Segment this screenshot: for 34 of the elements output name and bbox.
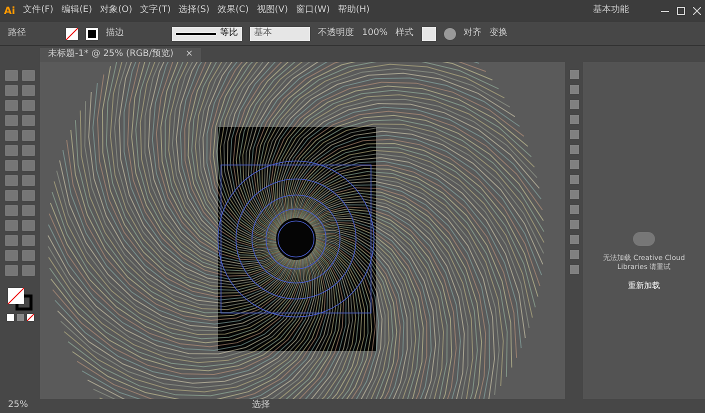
none-mode-icon[interactable] bbox=[26, 314, 34, 321]
align-link[interactable]: 对齐 bbox=[464, 26, 482, 40]
zoom-field[interactable]: 25% bbox=[8, 399, 28, 413]
document-tab[interactable]: 未标题-1* @ 25% (RGB/预览) × bbox=[40, 48, 202, 62]
reload-button[interactable]: 重新加载 bbox=[624, 280, 664, 292]
brush-field[interactable]: 基本 bbox=[250, 26, 310, 40]
style-label: 样式 bbox=[396, 26, 414, 40]
menu-item[interactable]: 选择(S) bbox=[178, 4, 210, 18]
menu-item[interactable]: 帮助(H) bbox=[338, 4, 370, 18]
menu-item[interactable]: 效果(C) bbox=[217, 4, 249, 18]
menu-item[interactable]: 窗口(W) bbox=[296, 4, 330, 18]
current-tool-label: 选择 bbox=[252, 399, 270, 412]
app-logo: Ai bbox=[4, 4, 16, 18]
menu-item[interactable]: 视图(V) bbox=[256, 4, 288, 18]
workspace-switcher[interactable]: 基本功能 bbox=[593, 4, 629, 18]
opacity-label: 不透明度 bbox=[318, 26, 354, 40]
menu-item[interactable]: 对象(O) bbox=[100, 4, 132, 18]
menu-item[interactable]: 文件(F) bbox=[23, 4, 54, 18]
style-swatch-icon[interactable] bbox=[422, 26, 436, 40]
menu-item[interactable]: 编辑(E) bbox=[61, 4, 92, 18]
close-icon[interactable] bbox=[693, 7, 701, 15]
color-mode-icon[interactable] bbox=[6, 314, 14, 321]
fill-swatch-icon[interactable] bbox=[66, 28, 78, 40]
stroke-label: 描边 bbox=[106, 26, 124, 40]
stroke-profile-field[interactable]: 等比 bbox=[172, 26, 242, 40]
transform-link[interactable]: 变换 bbox=[490, 26, 508, 40]
object-label: 路径 bbox=[8, 26, 26, 40]
stroke-swatch-icon[interactable] bbox=[86, 28, 98, 40]
maximize-icon[interactable] bbox=[677, 7, 685, 15]
opacity-field[interactable]: 100% bbox=[362, 26, 388, 40]
menu-item[interactable]: 文字(T) bbox=[140, 4, 171, 18]
gradient-mode-icon[interactable] bbox=[16, 314, 24, 321]
fill-stroke-icon[interactable] bbox=[7, 287, 33, 311]
minimize-icon[interactable] bbox=[661, 10, 669, 12]
